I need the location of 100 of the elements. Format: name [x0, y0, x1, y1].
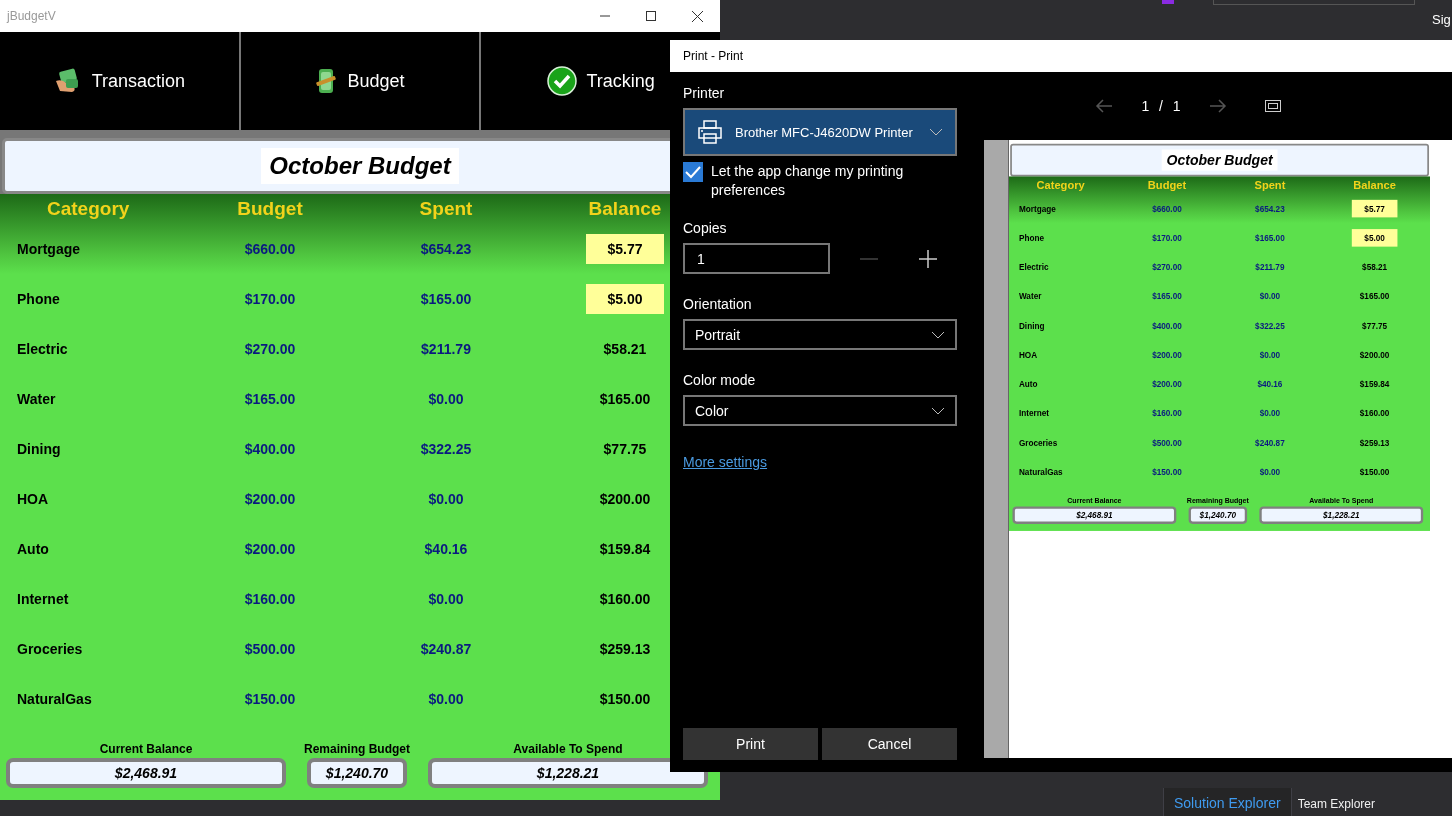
balance-cell-text: $77.75	[1361, 319, 1389, 333]
close-icon[interactable]	[691, 10, 703, 22]
balance-cell-text: $159.84	[1358, 378, 1391, 391]
chevron-down-icon	[931, 330, 945, 339]
window-title: jBudgetV	[7, 9, 57, 23]
category-cell-text: Internet	[1018, 408, 1050, 419]
summary-field: $1,228.21	[1259, 506, 1424, 524]
category-cell-text: Auto	[17, 541, 50, 557]
balance-cell-text: $165.00	[598, 390, 652, 409]
category-cell-text: Phone	[1018, 233, 1045, 243]
balance-cell: $5.77	[1351, 199, 1398, 218]
budget-cell: $150.00	[1152, 467, 1182, 477]
page-indicator: 1 / 1	[1140, 98, 1182, 114]
color-mode-dropdown[interactable]: Color	[683, 395, 957, 426]
column-header: Spent	[418, 198, 474, 220]
budget-cell: $165.00	[244, 391, 296, 407]
fit-page-icon[interactable]	[1264, 100, 1281, 112]
budget-cell: $270.00	[1152, 262, 1182, 272]
next-page-icon[interactable]	[1208, 99, 1227, 113]
budget-cell: $200.00	[1152, 379, 1182, 389]
budget-cell: $170.00	[1152, 233, 1182, 243]
column-header: Budget	[1146, 178, 1188, 192]
category-cell-text: HOA	[17, 491, 50, 507]
category-cell-text: Electric	[17, 341, 69, 357]
balance-cell-text: $160.00	[598, 590, 652, 609]
category-cell-text: NaturalGas	[17, 691, 93, 707]
column-header: Balance	[587, 198, 663, 220]
category-cell-text: Mortgage	[17, 241, 81, 257]
summary-field: $2,468.91	[1012, 506, 1177, 524]
budget-cell: $200.00	[1152, 350, 1182, 360]
category-cell-text: Mortgage	[1018, 203, 1057, 214]
balance-cell-text: $77.75	[602, 440, 648, 459]
balance-cell-text: $259.13	[598, 640, 652, 659]
search-field[interactable]	[1213, 0, 1415, 5]
panel-tab[interactable]: Solution Explorer	[1163, 788, 1292, 816]
printer-dropdown[interactable]: Brother MFC-J4620DW Printer	[683, 108, 957, 156]
category-cell-text: HOA	[1018, 350, 1039, 360]
budget-cell: $170.00	[244, 291, 296, 307]
orientation-dropdown[interactable]: Portrait	[683, 319, 957, 350]
budget-cell: $165.00	[1152, 291, 1182, 302]
cancel-button[interactable]: Cancel	[822, 728, 957, 760]
budget-cell: $200.00	[244, 491, 296, 507]
plus-icon[interactable]	[918, 249, 937, 268]
budget-cell: $660.00	[244, 241, 296, 257]
budget-cell: $500.00	[244, 641, 296, 657]
spent-cell: $165.00	[1255, 233, 1285, 243]
checkbox[interactable]	[683, 162, 703, 182]
check-circle-icon	[546, 66, 577, 96]
budget-cell: $500.00	[1152, 437, 1182, 448]
chevron-down-icon	[931, 406, 945, 415]
spent-cell: $0.00	[428, 391, 464, 407]
balance-cell-text: $150.00	[598, 690, 652, 709]
copies-field[interactable]: 1	[683, 243, 830, 274]
spent-cell: $0.00	[428, 691, 464, 707]
spent-cell: $322.25	[420, 441, 472, 457]
copies-label: Copies	[683, 220, 728, 236]
category-cell-text: Electric	[1018, 262, 1050, 272]
budget-cell: $270.00	[244, 341, 296, 357]
chevron-down-icon	[929, 128, 943, 136]
category-cell-text: Water	[1018, 291, 1043, 302]
budget-cell: $400.00	[244, 441, 296, 457]
budget-cell: $200.00	[244, 541, 296, 557]
column-header: Balance	[1352, 178, 1397, 192]
balance-cell-text: $160.00	[1358, 407, 1391, 421]
summary-field: $1,228.21	[428, 758, 708, 788]
spent-cell: $40.16	[424, 541, 468, 557]
budget-cell: $160.00	[244, 591, 296, 607]
spent-cell: $0.00	[1259, 291, 1281, 302]
category-cell-text: Groceries	[17, 641, 84, 657]
budget-title: October Budget	[1161, 149, 1278, 171]
maximize-icon[interactable]	[646, 11, 656, 21]
category-cell-text: Dining	[1018, 320, 1046, 331]
balance-cell-text: $200.00	[598, 490, 652, 509]
balance-cell-text: $58.21	[602, 340, 648, 359]
spent-cell: $211.79	[1255, 262, 1285, 272]
checkbox-label: Let the app change my printing preferences	[711, 162, 905, 200]
balance-cell-text: $58.21	[1361, 261, 1389, 274]
budget-cell: $660.00	[1152, 203, 1182, 214]
budget-cell: $400.00	[1152, 320, 1182, 331]
spent-cell: $0.00	[1259, 350, 1281, 360]
spent-cell: $322.25	[1255, 320, 1285, 331]
sign-in-link[interactable]: Sig	[1432, 12, 1451, 27]
summary-field: $2,468.91	[6, 758, 286, 788]
balance-cell-text: $200.00	[1358, 349, 1391, 362]
spent-cell: $165.00	[420, 291, 472, 307]
previous-page-icon[interactable]	[1095, 99, 1114, 113]
summary-label: Current Balance	[99, 742, 193, 756]
category-cell-text: NaturalGas	[1018, 467, 1064, 477]
budget-title: October Budget	[261, 148, 459, 184]
more-settings-link[interactable]: More settings	[683, 454, 768, 470]
spent-cell: $0.00	[428, 491, 464, 507]
color-mode-label: Color mode	[683, 372, 757, 388]
summary-label: Available To Spend	[513, 742, 623, 756]
spent-cell: $0.00	[1259, 467, 1281, 477]
spent-cell: $654.23	[1255, 203, 1285, 214]
category-cell-text: Dining	[17, 441, 62, 457]
category-cell-text: Water	[17, 391, 57, 407]
category-cell-text: Auto	[1018, 379, 1039, 389]
spent-cell: $0.00	[1259, 408, 1281, 419]
print-button[interactable]: Print	[683, 728, 818, 760]
